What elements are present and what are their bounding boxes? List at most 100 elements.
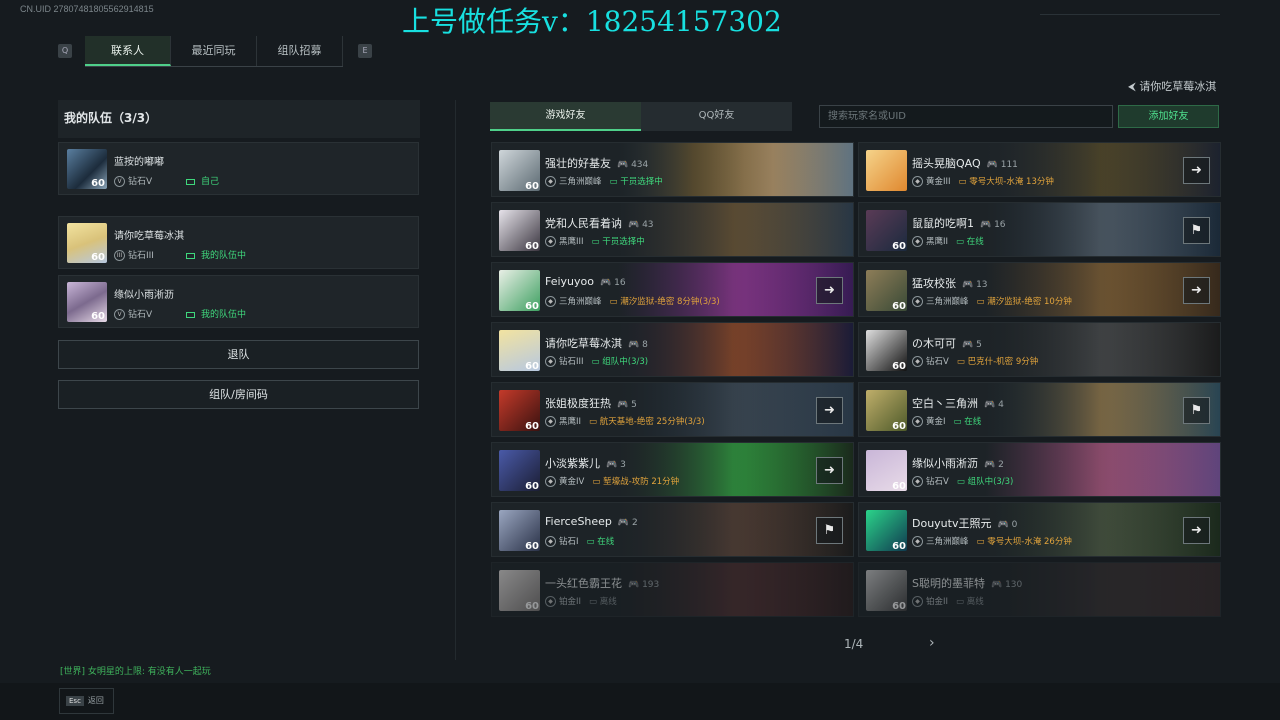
tab-game-friends[interactable]: 游戏好友: [490, 102, 641, 131]
monitor-icon: ▭: [956, 237, 967, 247]
add-friend-button[interactable]: 添加好友: [1118, 105, 1219, 128]
controller-icon: 🎮: [606, 460, 621, 470]
friend-status: ▭ 潮汐监狱-绝密 8分钟(3/3): [609, 297, 720, 307]
monitor-icon: ▭: [609, 177, 621, 187]
avatar: 60: [67, 149, 107, 189]
join-team-icon[interactable]: ➜: [816, 457, 843, 484]
friend-card[interactable]: 60 鼠鼠的吃啊1 🎮 16 ◆ 黑鹰II ▭ 在线 ⚑: [858, 202, 1221, 257]
member-name: 蓝按的嘟嘟: [114, 157, 164, 168]
join-team-icon[interactable]: ➜: [816, 397, 843, 424]
team-member-2[interactable]: 60 请你吃草莓冰淇 III 钻石III 我的队伍中: [58, 216, 419, 269]
avatar: 60: [499, 570, 540, 611]
friend-card[interactable]: 60 猛攻校张 🎮 13 ◆ 三角洲巅峰 ▭ 潮汐监狱-绝密 10分钟 ➜: [858, 262, 1221, 317]
friend-count: 🎮 5: [962, 340, 982, 350]
friend-card[interactable]: 摇头晃脑QAQ 🎮 111 ◆ 黄金III ▭ 零号大坝-水淹 13分钟 ➜: [858, 142, 1221, 197]
friend-card[interactable]: 60 FierceSheep 🎮 2 ◆ 钻石I ▭ 在线 ⚑: [491, 502, 854, 557]
leave-team-button[interactable]: 退队: [58, 340, 419, 369]
level-label: 60: [525, 481, 539, 491]
back-button[interactable]: Esc 返回: [59, 688, 114, 714]
level-label: 60: [892, 241, 906, 251]
tab-contacts[interactable]: 联系人: [85, 36, 171, 66]
top-tabs: 联系人 最近同玩 组队招募: [85, 36, 343, 67]
friend-name: 张姐极度狂热 🎮 5: [545, 397, 637, 410]
rank-icon: ◆: [545, 296, 556, 307]
friend-status: ▭ 堑壕战-攻防 21分钟: [592, 477, 680, 487]
friend-name: 小淡紫紫儿 🎮 3: [545, 457, 626, 470]
level-label: 60: [892, 361, 906, 371]
level-label: 60: [525, 541, 539, 551]
friend-rank-status: ◆ 钻石V ▭ 组队中(3/3): [912, 475, 1013, 487]
rank-icon: ◆: [912, 176, 923, 187]
friend-card[interactable]: 60 党和人民看着讷 🎮 43 ◆ 黑鹰III ▭ 干员选择中: [491, 202, 854, 257]
friend-card[interactable]: 60 の木可可 🎮 5 ◆ 钻石V ▭ 巴克什-机密 9分钟: [858, 322, 1221, 377]
join-team-icon[interactable]: ➜: [1183, 277, 1210, 304]
back-link[interactable]: ⮜ 请你吃草莓冰淇: [1128, 78, 1216, 94]
friend-card[interactable]: 60 空白丶三角洲 🎮 4 ◆ 黄金I ▭ 在线 ⚑: [858, 382, 1221, 437]
friend-card[interactable]: 60 强壮的好基友 🎮 434 ◆ 三角洲巅峰 ▭ 干员选择中: [491, 142, 854, 197]
monitor-icon: [186, 252, 195, 259]
friend-name: 强壮的好基友 🎮 434: [545, 157, 649, 170]
avatar: 60: [866, 570, 907, 611]
team-member-self[interactable]: 60 蓝按的嘟嘟 V 钻石V 自己: [58, 142, 419, 195]
invite-flag-icon[interactable]: ⚑: [816, 517, 843, 544]
friend-rank-status: ◆ 黑鹰II ▭ 在线: [912, 235, 984, 247]
friend-rank-status: ◆ 铂金II ▭ 离线: [912, 595, 984, 607]
friend-status: ▭ 在线: [956, 237, 984, 247]
rank-icon: ◆: [545, 176, 556, 187]
invite-flag-icon[interactable]: ⚑: [1183, 397, 1210, 424]
friend-rank-status: ◆ 黄金III ▭ 零号大坝-水淹 13分钟: [912, 175, 1054, 187]
friend-rank-status: ◆ 钻石III ▭ 组队中(3/3): [545, 355, 648, 367]
controller-icon: 🎮: [617, 160, 632, 170]
monitor-icon: ▭: [589, 597, 600, 607]
monitor-icon: ▭: [609, 297, 621, 307]
friend-card[interactable]: 60 小淡紫紫儿 🎮 3 ◆ 黄金IV ▭ 堑壕战-攻防 21分钟 ➜: [491, 442, 854, 497]
friend-status: ▭ 干员选择中: [591, 237, 645, 247]
controller-icon: 🎮: [962, 340, 977, 350]
tab-recent-played[interactable]: 最近同玩: [171, 36, 257, 66]
friend-card[interactable]: 60 一头红色霸王花 🎮 193 ◆ 铂金II ▭ 离线: [491, 562, 854, 617]
friend-card[interactable]: 60 请你吃草莓冰淇 🎮 8 ◆ 钻石III ▭ 组队中(3/3): [491, 322, 854, 377]
friend-count: 🎮 16: [980, 220, 1006, 230]
friend-name: 一头红色霸王花 🎮 193: [545, 577, 660, 590]
back-arrow-icon: ⮜: [1128, 80, 1140, 93]
friend-count: 🎮 8: [628, 340, 648, 350]
monitor-icon: ▭: [958, 177, 970, 187]
monitor-icon: ▭: [956, 477, 968, 487]
friend-count: 🎮 43: [628, 220, 654, 230]
friend-status: ▭ 巴克什-机密 9分钟: [956, 357, 1039, 367]
level-label: 60: [525, 361, 539, 371]
friend-card[interactable]: 60 缘似小雨淅沥 🎮 2 ◆ 钻石V ▭ 组队中(3/3): [858, 442, 1221, 497]
avatar: 60: [499, 270, 540, 311]
monitor-icon: [186, 178, 195, 185]
team-member-3[interactable]: 60 缘似小雨淅沥 V 钻石V 我的队伍中: [58, 275, 419, 328]
top-divider: [1040, 14, 1220, 15]
level-label: 60: [892, 541, 906, 551]
join-team-icon[interactable]: ➜: [816, 277, 843, 304]
monitor-icon: ▭: [586, 537, 598, 547]
next-page-button[interactable]: ›: [929, 635, 935, 651]
controller-icon: 🎮: [980, 220, 995, 230]
friend-name: S聪明的墨菲特 🎮 130: [912, 577, 1023, 590]
friend-count: 🎮 5: [617, 400, 637, 410]
monitor-icon: ▭: [956, 357, 968, 367]
friend-card[interactable]: 60 张姐极度狂热 🎮 5 ◆ 黑鹰II ▭ 航天基地-绝密 25分钟(3/3) ➜: [491, 382, 854, 437]
friend-count: 🎮 130: [990, 580, 1023, 590]
team-room-code-button[interactable]: 组队/房间码: [58, 380, 419, 409]
friend-card[interactable]: 60 S聪明的墨菲特 🎮 130 ◆ 铂金II ▭ 离线: [858, 562, 1221, 617]
friend-card[interactable]: 60 Douyutv王照元 🎮 0 ◆ 三角洲巅峰 ▭ 零号大坝-水淹 26分钟 ➜: [858, 502, 1221, 557]
tab-qq-friends[interactable]: QQ好友: [641, 102, 792, 131]
controller-icon: 🎮: [990, 580, 1006, 590]
avatar: 60: [499, 150, 540, 191]
world-chat-line[interactable]: [世界] 女明星的上限: 有没有人一起玩: [60, 664, 211, 677]
search-input[interactable]: [819, 105, 1113, 128]
friend-status: ▭ 离线: [589, 597, 617, 607]
rank-icon: V: [114, 309, 125, 320]
avatar: 60: [866, 210, 907, 251]
join-team-icon[interactable]: ➜: [1183, 157, 1210, 184]
join-team-icon[interactable]: ➜: [1183, 517, 1210, 544]
tab-team-recruit[interactable]: 组队招募: [257, 36, 343, 66]
friend-count: 🎮 0: [997, 520, 1018, 530]
avatar: [866, 150, 907, 191]
friend-card[interactable]: 60 Feiyuyoo 🎮 16 ◆ 三角洲巅峰 ▭ 潮汐监狱-绝密 8分钟(3/3) ➜: [491, 262, 854, 317]
invite-flag-icon[interactable]: ⚑: [1183, 217, 1210, 244]
